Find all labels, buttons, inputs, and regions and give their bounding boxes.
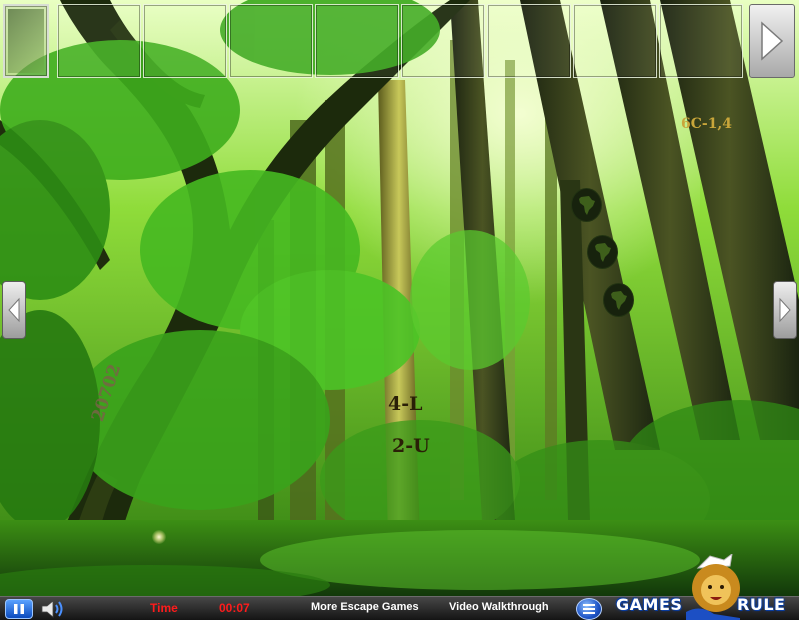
africa-map-icon [594, 243, 611, 262]
map-token-1[interactable] [571, 188, 602, 222]
triangle-right-icon [761, 21, 784, 61]
brand-word-rule: RULE [737, 595, 786, 614]
inventory-next-button[interactable] [749, 4, 795, 78]
inventory-bar [0, 0, 799, 82]
brand-word-games: GAMES [616, 595, 683, 614]
games-rule-logo[interactable]: GAMES RULE [614, 554, 799, 620]
inventory-slot-2[interactable] [57, 4, 141, 78]
inventory-slot-1[interactable] [3, 4, 49, 78]
africa-map-icon [578, 196, 595, 215]
inventory-slot-8[interactable] [573, 4, 657, 78]
nav-left-button[interactable] [2, 281, 26, 339]
hidden-item-sparkle[interactable] [152, 530, 166, 544]
time-label: Time [150, 601, 178, 615]
clue-tree-code: 6C-1,4 [681, 116, 733, 132]
nav-right-button[interactable] [773, 281, 797, 339]
sound-button[interactable] [38, 598, 68, 620]
triangle-left-icon [8, 297, 20, 323]
inventory-slot-6[interactable] [401, 4, 485, 78]
menu-button[interactable] [576, 598, 602, 620]
pause-icon [14, 604, 24, 614]
menu-icon [583, 608, 595, 610]
inventory-slot-9[interactable] [659, 4, 743, 78]
map-token-3[interactable] [603, 283, 634, 317]
triangle-right-icon [779, 297, 791, 323]
clue-trunk-text-1: 4-L [388, 393, 423, 415]
inventory-slot-3[interactable] [143, 4, 227, 78]
inventory-slot-5[interactable] [315, 4, 399, 78]
clue-trunk-text-2: 2-U [392, 435, 430, 457]
inventory-slot-7[interactable] [487, 4, 571, 78]
more-escape-games-link[interactable]: More Escape Games [311, 601, 419, 613]
africa-map-icon [610, 291, 627, 310]
video-walkthrough-link[interactable]: Video Walkthrough [449, 601, 549, 613]
forest-scene[interactable] [0, 0, 799, 596]
time-value: 00:07 [219, 601, 250, 615]
map-token-2[interactable] [587, 235, 618, 269]
inventory-slot-4[interactable] [229, 4, 313, 78]
pause-button[interactable] [3, 598, 35, 620]
speaker-icon [41, 600, 63, 618]
